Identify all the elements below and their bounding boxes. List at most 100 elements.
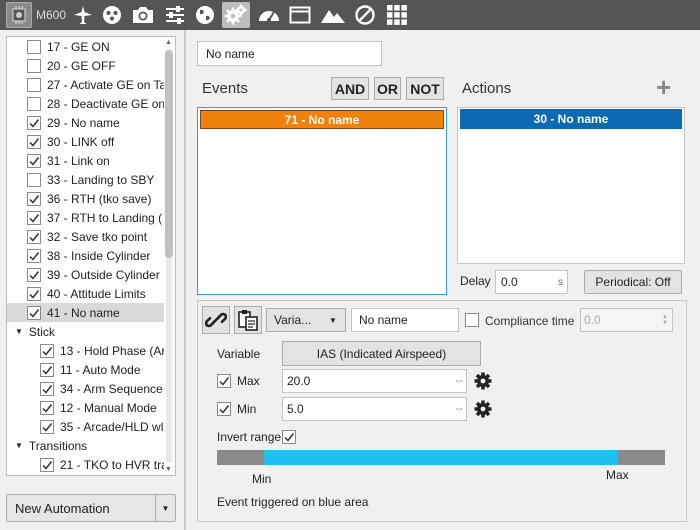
tree-item[interactable]: 35 - Arcade/HLD wl — [7, 417, 164, 436]
max-checkbox[interactable] — [217, 374, 231, 388]
spinner-icon: ▲ ▼ — [662, 314, 668, 326]
scroll-down-icon[interactable]: ▼ — [165, 466, 172, 473]
tree-group-transitions[interactable]: ▼ Transitions — [7, 436, 87, 455]
tree-item-checkbox[interactable] — [27, 248, 41, 263]
or-button[interactable]: OR — [374, 77, 401, 100]
tree-item[interactable]: 37 - RTH to Landing ( — [7, 208, 164, 227]
tree-item[interactable]: 17 - GE ON — [7, 37, 164, 56]
tree-item[interactable]: 21 - TKO to HVR tra — [7, 455, 164, 474]
periodical-button[interactable]: Periodical: Off — [584, 270, 682, 294]
event-type-select[interactable]: Varia... ▼ — [266, 308, 346, 332]
tree-item[interactable]: 28 - Deactivate GE on — [7, 94, 164, 113]
not-button[interactable]: NOT — [406, 77, 444, 100]
grid-icon[interactable] — [384, 2, 410, 28]
compliance-time-checkbox[interactable] — [465, 313, 479, 327]
action-item[interactable]: 30 - No name — [460, 109, 682, 129]
device-selector[interactable]: M600 — [3, 2, 69, 28]
tree-item[interactable]: 27 - Activate GE on Ta — [7, 75, 164, 94]
scrollbar-thumb[interactable] — [165, 50, 173, 258]
gear-icon[interactable] — [473, 371, 493, 394]
compliance-time-input[interactable]: 0.0 ▲ ▼ — [580, 308, 673, 332]
tree-item[interactable]: 29 - No name — [7, 113, 164, 132]
expand-arrow-icon[interactable]: ▼ — [15, 327, 23, 336]
new-automation-button[interactable]: New Automation ▼ — [6, 494, 176, 522]
compliance-time-label: Compliance time — [485, 314, 575, 328]
expand-arrow-icon[interactable]: ▼ — [15, 441, 23, 450]
prohibited-icon[interactable] — [352, 2, 378, 28]
chevron-down-icon[interactable]: ▼ — [155, 495, 175, 521]
tree-item[interactable]: 34 - Arm Sequence — [7, 379, 164, 398]
tree-item[interactable]: 32 - Save tko point — [7, 227, 164, 246]
tree-item-checkbox[interactable] — [27, 172, 41, 187]
trigger-note: Event triggered on blue area — [217, 495, 369, 509]
tree-item[interactable]: 31 - Link on — [7, 151, 164, 170]
tree-item-checkbox[interactable] — [40, 362, 54, 377]
max-value: 20.0 — [287, 374, 311, 388]
invert-range-checkbox[interactable] — [282, 430, 296, 444]
tree-item-checkbox[interactable] — [27, 267, 41, 282]
tree-item-checkbox[interactable] — [27, 229, 41, 244]
min-checkbox[interactable] — [217, 402, 231, 416]
compliance-time-value: 0.0 — [584, 313, 601, 327]
tree-item-label: 27 - Activate GE on Ta — [47, 77, 164, 92]
tree-item-label: 39 - Outside Cylinder — [47, 267, 160, 282]
tree-item[interactable]: 12 - Manual Mode — [7, 398, 164, 417]
globe-icon[interactable] — [193, 2, 217, 28]
tree-item-checkbox[interactable] — [27, 134, 41, 149]
tree-item-checkbox[interactable] — [27, 305, 41, 320]
gear-icon[interactable] — [473, 399, 493, 422]
tree-item[interactable]: 13 - Hold Phase (Ar — [7, 341, 164, 360]
tree-item[interactable]: 30 - LINK off — [7, 132, 164, 151]
event-item[interactable]: 71 - No name — [200, 110, 444, 129]
add-action-icon[interactable]: + — [656, 74, 671, 100]
gauge-icon[interactable] — [255, 2, 283, 28]
tree-item[interactable]: 39 - Outside Cylinder — [7, 265, 164, 284]
tree-scrollbar[interactable]: ▲ ▼ — [164, 38, 174, 474]
tree-item-checkbox[interactable] — [27, 115, 41, 130]
and-button[interactable]: AND — [331, 77, 369, 100]
tree-item-checkbox[interactable] — [27, 39, 41, 54]
tree-item-label: 31 - Link on — [47, 153, 110, 168]
panel-splitter[interactable] — [184, 30, 186, 530]
tree-item-checkbox[interactable] — [40, 381, 54, 396]
delay-input[interactable]: 0.0 s — [495, 270, 568, 294]
tree-item-checkbox[interactable] — [27, 153, 41, 168]
window-icon[interactable] — [287, 2, 313, 28]
sliders-icon[interactable] — [162, 2, 188, 28]
camera-icon[interactable] — [129, 2, 157, 28]
variable-select-button[interactable]: IAS (Indicated Airspeed) — [282, 341, 481, 366]
gears-icon[interactable] — [222, 2, 250, 28]
tree-item-label: 11 - Auto Mode — [60, 362, 141, 377]
tree-item[interactable]: 33 - Landing to SBY — [7, 170, 164, 189]
tree-item-checkbox[interactable] — [27, 77, 41, 92]
link-icon[interactable] — [202, 306, 230, 334]
tree-item-checkbox[interactable] — [40, 419, 54, 434]
dots-circle-icon[interactable] — [99, 2, 125, 28]
scroll-up-icon[interactable]: ▲ — [165, 39, 172, 46]
tree-item[interactable]: 11 - Auto Mode — [7, 360, 164, 379]
copy-paste-icon[interactable] — [234, 306, 262, 334]
max-input[interactable]: 20.0 -- — [282, 369, 467, 393]
tree-item-checkbox[interactable] — [27, 191, 41, 206]
tree-item-checkbox[interactable] — [40, 400, 54, 415]
tree-item[interactable]: 20 - GE OFF — [7, 56, 164, 75]
actions-list[interactable]: 30 - No name — [457, 107, 685, 264]
tree-item[interactable]: 40 - Attitude Limits — [7, 284, 164, 303]
events-list[interactable]: 71 - No name — [197, 107, 447, 295]
main-toolbar: M600 — [0, 0, 700, 30]
tree-item-checkbox[interactable] — [40, 457, 54, 472]
event-name-input[interactable]: No name — [351, 308, 459, 332]
tree-item-checkbox[interactable] — [27, 96, 41, 111]
airplane-icon[interactable] — [70, 2, 96, 28]
tree-item-checkbox[interactable] — [27, 58, 41, 73]
tree-item[interactable]: 41 - No name — [7, 303, 164, 322]
tree-group-stick[interactable]: ▼ Stick — [7, 322, 55, 341]
tree-item-checkbox[interactable] — [27, 286, 41, 301]
tree-item[interactable]: 36 - RTH (tko save) — [7, 189, 164, 208]
tree-item[interactable]: 38 - Inside Cylinder — [7, 246, 164, 265]
mountain-icon[interactable] — [318, 2, 348, 28]
tree-item-checkbox[interactable] — [40, 343, 54, 358]
tree-item-checkbox[interactable] — [27, 210, 41, 225]
automation-name-input[interactable]: No name — [197, 41, 382, 66]
min-input[interactable]: 5.0 -- — [282, 397, 467, 421]
